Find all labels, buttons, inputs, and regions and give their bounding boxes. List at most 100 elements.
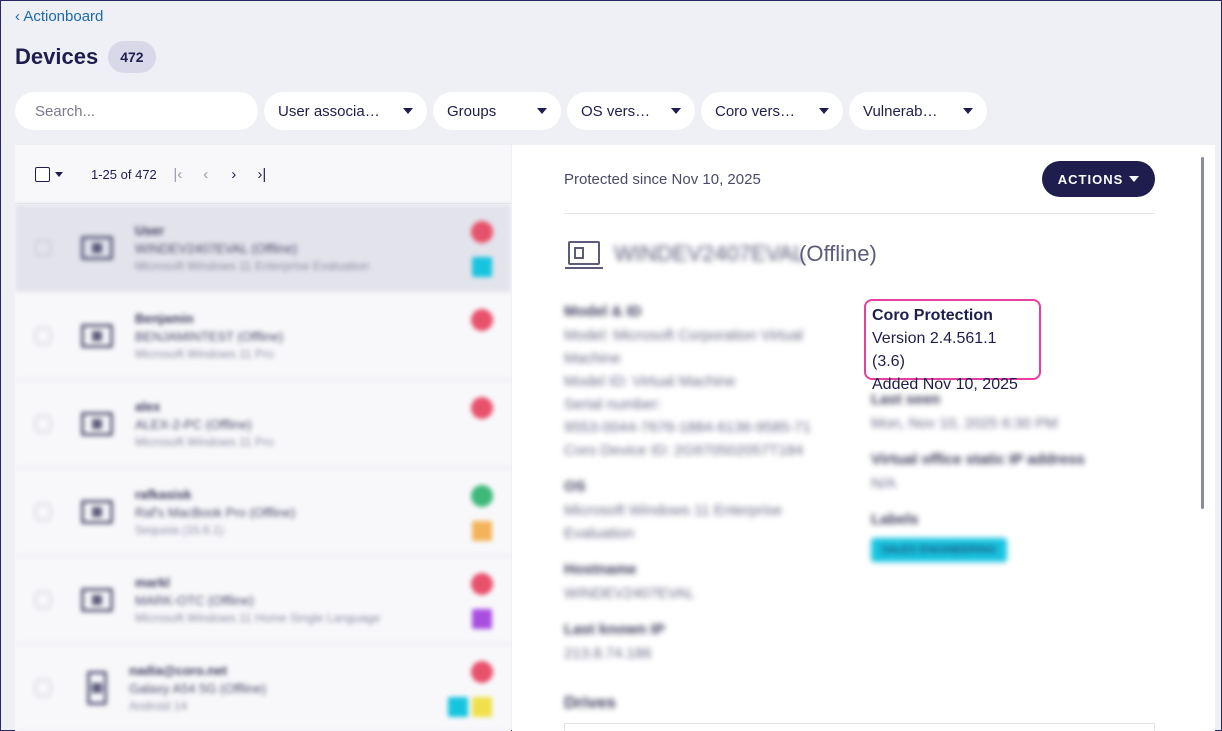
filter-bar: User associa… Groups OS vers… Coro vers…… (15, 92, 987, 130)
filter-label: Coro vers… (715, 102, 796, 120)
info-line: N/A (871, 475, 897, 492)
device-row-text: User WINDEV2407EVAL (Offline) Microsoft Wi… (135, 223, 369, 273)
section-title: Labels (871, 511, 919, 528)
last-seen-section: Last seen Mon, Nov 10, 2025 6:30 PM (871, 391, 1151, 435)
row-checkbox[interactable] (35, 415, 51, 432)
groups-filter[interactable]: Groups (433, 92, 561, 130)
row-device-name: ALEX-2-PC (Offline) (135, 416, 252, 432)
device-list-panel: 1-25 of 472 |‹ ‹ › ›| User WINDEV2407EVAL… (15, 145, 511, 731)
status-icon (471, 309, 493, 331)
device-row-text: Benjamin BENJAMINTEST (Offline) Microsoft … (135, 311, 283, 361)
page-header: Devices 472 (15, 41, 156, 73)
device-row[interactable]: User WINDEV2407EVAL (Offline) Microsoft Wi… (15, 204, 511, 292)
row-os: Sequoia (15.6.1) (135, 522, 224, 537)
row-device-name: BENJAMINTEST (Offline) (135, 328, 284, 344)
info-line: Model ID: Virtual Machine (564, 373, 736, 390)
actions-button[interactable]: ACTIONS (1042, 161, 1155, 197)
coro-version: Version 2.4.561.1 (3.6) (872, 330, 997, 370)
back-to-actionboard-link[interactable]: ‹ Actionboard (15, 8, 103, 25)
device-row[interactable]: Benjamin BENJAMINTEST (Offline) Microsoft … (15, 292, 511, 380)
info-line: 9553-0044-7676-1884-6136-9585-71 (564, 419, 811, 436)
row-tags (448, 697, 492, 717)
page-title: Devices (15, 44, 99, 69)
device-row[interactable]: alex ALEX-2-PC (Offline) Microsoft Windows… (15, 380, 511, 468)
row-user: User (135, 222, 164, 238)
label-tag (448, 697, 468, 717)
last-page-icon[interactable]: ›| (255, 166, 269, 183)
section-title: Last seen (871, 391, 941, 408)
drives-title: Drives (564, 693, 616, 712)
device-list: User WINDEV2407EVAL (Offline) Microsoft Wi… (15, 204, 511, 731)
chevron-down-icon (671, 108, 681, 114)
device-status-column: Last seen Mon, Nov 10, 2025 6:30 PM Virt… (871, 391, 1151, 578)
row-user: rafkasisk (135, 486, 192, 502)
laptop-icon (81, 587, 113, 612)
info-line: WINDEV2407EVAL (564, 585, 695, 602)
search-input[interactable] (15, 92, 258, 130)
row-checkbox[interactable] (35, 679, 51, 696)
row-checkbox[interactable] (35, 327, 51, 344)
row-checkbox[interactable] (35, 503, 51, 520)
select-menu-chevron-icon[interactable] (55, 171, 63, 177)
device-name: WINDEV2407EVAL (614, 241, 806, 266)
last-known-ip-section: Last known IP 213.8.74.186 (564, 621, 849, 665)
row-tags (472, 609, 492, 629)
chevron-down-icon (537, 108, 547, 114)
row-user: alex (135, 398, 161, 414)
row-user: nadia@coro.net (129, 662, 227, 678)
chevron-down-icon (819, 108, 829, 114)
status-icon (471, 661, 493, 683)
vulnerabilities-filter[interactable]: Vulnerab… (849, 92, 987, 130)
device-row-text: markl MARK-OTC (Offline) Microsoft Windows… (135, 575, 380, 625)
filter-label: User associa… (278, 102, 380, 120)
section-title: Last known IP (564, 621, 665, 638)
row-device-name: MARK-OTC (Offline) (135, 592, 254, 608)
row-checkbox[interactable] (35, 591, 51, 608)
first-page-icon[interactable]: |‹ (171, 166, 185, 183)
prev-page-icon[interactable]: ‹ (199, 166, 213, 183)
info-line: Microsoft Windows 11 Enterprise (564, 502, 783, 519)
chevron-down-icon (403, 108, 413, 114)
device-row[interactable]: nadia@coro.net Galaxy A54 5G (Offline) And… (15, 644, 511, 731)
laptop-icon (81, 411, 113, 436)
filter-label: OS vers… (581, 102, 651, 120)
device-row[interactable]: markl MARK-OTC (Offline) Microsoft Windows… (15, 556, 511, 644)
device-row[interactable]: rafkasisk Raf's MacBook Pro (Offline) Sequ… (15, 468, 511, 556)
info-line: Mon, Nov 10, 2025 6:30 PM (871, 415, 1058, 432)
pagination-range: 1-25 of 472 (91, 166, 157, 182)
info-line: Serial number: (564, 396, 662, 413)
device-count-badge: 472 (108, 41, 156, 73)
row-os: Microsoft Windows 11 Enterprise Evaluati… (135, 258, 369, 273)
device-row-text: nadia@coro.net Galaxy A54 5G (Offline) And… (129, 663, 266, 713)
row-device-name: Galaxy A54 5G (Offline) (129, 680, 267, 696)
row-os: Microsoft Windows 11 Pro (135, 434, 274, 449)
coro-protection-title: Coro Protection (872, 307, 993, 324)
info-line: 213.8.74.186 (564, 645, 652, 662)
status-icon (471, 221, 493, 243)
label-tag (472, 257, 492, 277)
select-all-checkbox[interactable] (35, 166, 50, 182)
device-info-column: Model & ID Model: Microsoft Corporation … (564, 303, 849, 681)
os-version-filter[interactable]: OS vers… (567, 92, 695, 130)
protected-since-text: Protected since Nov 10, 2025 (564, 171, 761, 188)
label-chip[interactable]: SALES ENGINEERING (871, 538, 1007, 562)
chevron-down-icon (963, 108, 973, 114)
section-title: Virtual office static IP address (871, 451, 1085, 468)
laptop-icon (81, 499, 113, 524)
label-tag (472, 609, 492, 629)
laptop-icon (81, 323, 113, 348)
hostname-section: Hostname WINDEV2407EVAL (564, 561, 849, 605)
divider (564, 213, 1155, 214)
section-title: Model & ID (564, 303, 642, 320)
scrollbar[interactable] (1201, 157, 1204, 509)
row-checkbox[interactable] (35, 239, 51, 256)
next-page-icon[interactable]: › (227, 166, 241, 183)
list-toolbar: 1-25 of 472 |‹ ‹ › ›| (15, 145, 511, 204)
row-os: Microsoft Windows 11 Pro (135, 346, 274, 361)
coro-version-filter[interactable]: Coro vers… (701, 92, 843, 130)
row-device-name: Raf's MacBook Pro (Offline) (135, 504, 296, 520)
user-association-filter[interactable]: User associa… (264, 92, 427, 130)
row-tags (472, 521, 492, 541)
row-os: Microsoft Windows 11 Home Single Languag… (135, 610, 381, 625)
caret-down-icon (1129, 176, 1140, 182)
